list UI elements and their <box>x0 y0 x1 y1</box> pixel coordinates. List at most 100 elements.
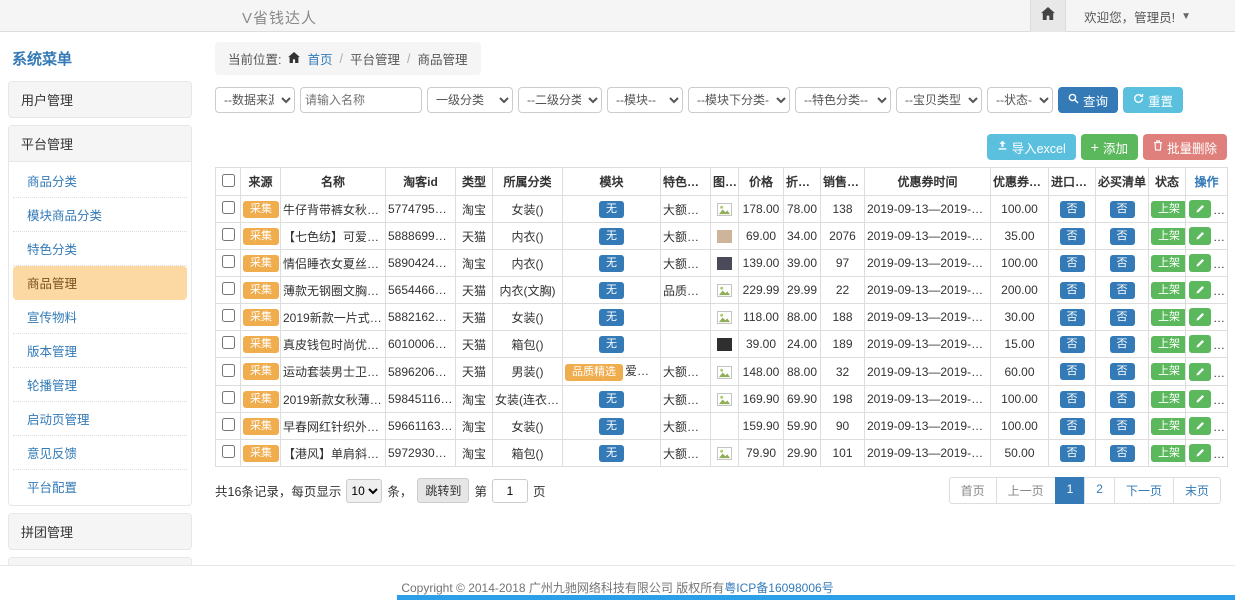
level2-category-select[interactable]: --二级分类-- <box>518 87 602 113</box>
sidebar-item-版本管理[interactable]: 版本管理 <box>13 334 187 368</box>
status-toggle[interactable]: 上架 <box>1151 418 1186 435</box>
module-sub-category-select[interactable]: --模块下分类-- <box>688 87 790 113</box>
data-source-select[interactable]: --数据来源-- <box>215 87 295 113</box>
sidebar-item-宣传物料[interactable]: 宣传物料 <box>13 300 187 334</box>
sidebar-section-platform-header[interactable]: 平台管理 <box>9 126 191 162</box>
sidebar-item-商品管理[interactable]: 商品管理 <box>13 266 187 300</box>
sidebar-section-用户管理[interactable]: 用户管理 <box>8 81 192 118</box>
feature-category-select[interactable]: --特色分类-- <box>795 87 891 113</box>
row-checkbox[interactable] <box>222 255 235 268</box>
breadcrumb-home-link[interactable]: 首页 <box>307 49 332 68</box>
search-button[interactable]: 查询 <box>1058 87 1118 113</box>
status-select[interactable]: --状态-- <box>987 87 1053 113</box>
import-select-toggle[interactable]: 否 <box>1060 201 1085 218</box>
sidebar-item-商品分类[interactable]: 商品分类 <box>13 164 187 198</box>
edit-button[interactable] <box>1189 254 1211 272</box>
select-all-checkbox[interactable] <box>222 174 235 187</box>
module-badge[interactable]: 无 <box>599 445 624 462</box>
page-button-1[interactable]: 1 <box>1055 477 1086 504</box>
import-select-toggle[interactable]: 否 <box>1060 391 1085 408</box>
status-toggle[interactable]: 上架 <box>1151 282 1186 299</box>
sidebar-item-意见反馈[interactable]: 意见反馈 <box>13 436 187 470</box>
status-toggle[interactable]: 上架 <box>1151 445 1186 462</box>
row-checkbox[interactable] <box>222 201 235 214</box>
page-button-首页[interactable]: 首页 <box>949 477 997 504</box>
import-select-toggle[interactable]: 否 <box>1060 418 1085 435</box>
status-toggle[interactable]: 上架 <box>1151 228 1186 245</box>
item-type-select[interactable]: --宝贝类型-- <box>896 87 982 113</box>
row-checkbox[interactable] <box>222 228 235 241</box>
edit-button[interactable] <box>1189 417 1211 435</box>
import-select-toggle[interactable]: 否 <box>1060 255 1085 272</box>
import-select-toggle[interactable]: 否 <box>1060 228 1085 245</box>
row-checkbox[interactable] <box>222 282 235 295</box>
import-excel-button[interactable]: 导入excel <box>987 134 1076 160</box>
jump-button[interactable]: 跳转到 <box>417 478 469 503</box>
name-search-input[interactable] <box>300 87 422 113</box>
status-toggle[interactable]: 上架 <box>1151 363 1186 380</box>
edit-button[interactable] <box>1189 363 1211 381</box>
page-number-input[interactable] <box>492 479 528 503</box>
add-button[interactable]: + 添加 <box>1081 134 1138 160</box>
import-select-toggle[interactable]: 否 <box>1060 445 1085 462</box>
module-badge[interactable]: 无 <box>599 309 624 326</box>
import-select-toggle[interactable]: 否 <box>1060 336 1085 353</box>
sidebar-item-特色分类[interactable]: 特色分类 <box>13 232 187 266</box>
status-toggle[interactable]: 上架 <box>1151 391 1186 408</box>
must-buy-toggle[interactable]: 否 <box>1110 336 1135 353</box>
row-checkbox[interactable] <box>222 364 235 377</box>
sidebar-item-平台配置[interactable]: 平台配置 <box>13 470 187 503</box>
must-buy-toggle[interactable]: 否 <box>1110 418 1135 435</box>
edit-button[interactable] <box>1189 227 1211 245</box>
status-toggle[interactable]: 上架 <box>1151 255 1186 272</box>
module-badge[interactable]: 无 <box>599 391 624 408</box>
module-badge[interactable]: 无 <box>599 418 624 435</box>
icp-link[interactable]: 粤ICP备16098006号 <box>724 581 833 595</box>
edit-button[interactable] <box>1189 200 1211 218</box>
edit-button[interactable] <box>1189 444 1211 462</box>
sidebar-section-拼团管理[interactable]: 拼团管理 <box>8 513 192 550</box>
row-checkbox[interactable] <box>222 418 235 431</box>
edit-button[interactable] <box>1189 308 1211 326</box>
sidebar-item-启动页管理[interactable]: 启动页管理 <box>13 402 187 436</box>
must-buy-toggle[interactable]: 否 <box>1110 228 1135 245</box>
page-button-上一页[interactable]: 上一页 <box>996 477 1056 504</box>
import-select-toggle[interactable]: 否 <box>1060 363 1085 380</box>
user-menu[interactable]: 欢迎您，管理员! ▼ <box>1066 0 1235 32</box>
must-buy-toggle[interactable]: 否 <box>1110 282 1135 299</box>
page-button-下一页[interactable]: 下一页 <box>1114 477 1174 504</box>
status-toggle[interactable]: 上架 <box>1151 309 1186 326</box>
reset-button[interactable]: 重置 <box>1123 87 1183 113</box>
status-toggle[interactable]: 上架 <box>1151 336 1186 353</box>
per-page-select[interactable]: 10 <box>346 479 382 503</box>
batch-delete-button[interactable]: 批量删除 <box>1143 134 1227 160</box>
row-checkbox[interactable] <box>222 445 235 458</box>
module-badge[interactable]: 无 <box>599 282 624 299</box>
page-button-末页[interactable]: 末页 <box>1173 477 1221 504</box>
sidebar-item-模块商品分类[interactable]: 模块商品分类 <box>13 198 187 232</box>
must-buy-toggle[interactable]: 否 <box>1110 201 1135 218</box>
module-badge[interactable]: 无 <box>599 228 624 245</box>
import-select-toggle[interactable]: 否 <box>1060 309 1085 326</box>
module-badge[interactable]: 品质精选 <box>565 364 623 381</box>
must-buy-toggle[interactable]: 否 <box>1110 363 1135 380</box>
row-checkbox[interactable] <box>222 391 235 404</box>
module-badge[interactable]: 无 <box>599 255 624 272</box>
must-buy-toggle[interactable]: 否 <box>1110 391 1135 408</box>
import-select-toggle[interactable]: 否 <box>1060 282 1085 299</box>
row-checkbox[interactable] <box>222 309 235 322</box>
module-badge[interactable]: 无 <box>599 201 624 218</box>
module-badge[interactable]: 无 <box>599 336 624 353</box>
must-buy-toggle[interactable]: 否 <box>1110 255 1135 272</box>
status-toggle[interactable]: 上架 <box>1151 201 1186 218</box>
must-buy-toggle[interactable]: 否 <box>1110 445 1135 462</box>
level1-category-select[interactable]: 一级分类 <box>427 87 513 113</box>
home-button[interactable] <box>1030 0 1066 32</box>
edit-button[interactable] <box>1189 390 1211 408</box>
edit-button[interactable] <box>1189 335 1211 353</box>
module-select[interactable]: --模块-- <box>607 87 683 113</box>
must-buy-toggle[interactable]: 否 <box>1110 309 1135 326</box>
edit-button[interactable] <box>1189 281 1211 299</box>
page-button-2[interactable]: 2 <box>1084 477 1115 504</box>
row-checkbox[interactable] <box>222 336 235 349</box>
